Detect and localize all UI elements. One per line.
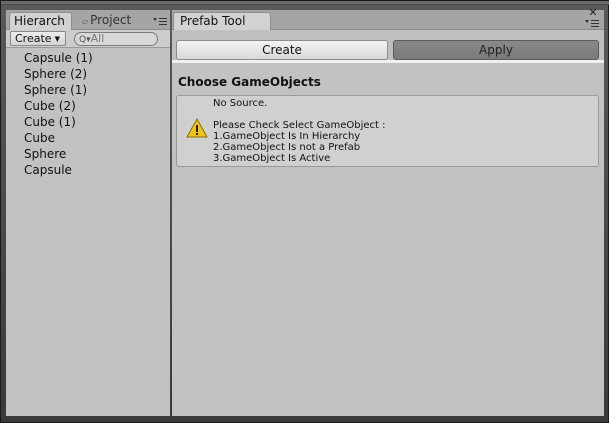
hierarchy-item[interactable]: Sphere (2) — [6, 66, 170, 82]
create-dropdown[interactable]: Create ▼ — [10, 31, 66, 46]
prefab-tool-panel: Prefab Tool ✕ Create Apply Choose GameOb… — [172, 7, 604, 416]
editor-window: Hierarch ▱ Project Create ▼ Q▾All Capsul… — [0, 0, 609, 423]
tab-hierarchy[interactable]: Hierarch — [9, 12, 72, 30]
hierarchy-item[interactable]: Sphere — [6, 146, 170, 162]
window-title-strip — [1, 1, 609, 5]
hierarchy-panel: Hierarch ▱ Project Create ▼ Q▾All Capsul… — [6, 10, 170, 416]
warning-help-box: No Source. Please Check Select GameObjec… — [176, 95, 599, 167]
apply-button[interactable]: Apply — [393, 40, 599, 60]
hierarchy-toolbar: Create ▼ Q▾All — [6, 30, 170, 48]
folder-icon: ▱ — [82, 17, 89, 26]
hierarchy-item[interactable]: Cube (2) — [6, 98, 170, 114]
help-line: 1.GameObject Is In Hierarchy — [213, 131, 361, 142]
chevron-down-icon: ▼ — [54, 35, 60, 43]
tab-project[interactable]: ▱ Project — [78, 12, 138, 30]
hierarchy-tab-bar: Hierarch ▱ Project — [6, 10, 170, 30]
tab-project-label: Project — [90, 13, 132, 27]
help-line: Please Check Select GameObject : — [213, 120, 386, 131]
search-icon: Q▾ — [79, 35, 91, 45]
panel-menu-icon[interactable] — [584, 18, 600, 30]
hierarchy-item[interactable]: Sphere (1) — [6, 82, 170, 98]
section-title: Choose GameObjects — [178, 75, 321, 89]
help-line: 3.GameObject Is Active — [213, 153, 331, 164]
help-line: 2.GameObject Is not a Prefab — [213, 142, 361, 153]
prefab-tool-tab-bar: Prefab Tool ✕ — [172, 7, 604, 30]
hierarchy-list: Capsule (1) Sphere (2) Sphere (1) Cube (… — [6, 50, 170, 178]
create-dropdown-label: Create — [15, 32, 52, 45]
help-line: No Source. — [213, 98, 268, 109]
warning-icon — [186, 117, 208, 138]
panel-menu-icon[interactable] — [152, 16, 168, 28]
prefab-tool-toolbar: Create Apply — [172, 31, 604, 63]
help-message: No Source. Please Check Select GameObjec… — [213, 98, 386, 164]
search-placeholder: All — [90, 32, 105, 45]
hierarchy-item[interactable]: Capsule (1) — [6, 50, 170, 66]
close-icon[interactable]: ✕ — [588, 7, 598, 18]
hierarchy-item[interactable]: Cube (1) — [6, 114, 170, 130]
create-button[interactable]: Create — [176, 40, 388, 60]
tab-prefab-tool[interactable]: Prefab Tool — [173, 12, 271, 30]
hierarchy-item[interactable]: Cube — [6, 130, 170, 146]
hierarchy-search-input[interactable]: Q▾All — [74, 32, 158, 46]
hierarchy-item[interactable]: Capsule — [6, 162, 170, 178]
